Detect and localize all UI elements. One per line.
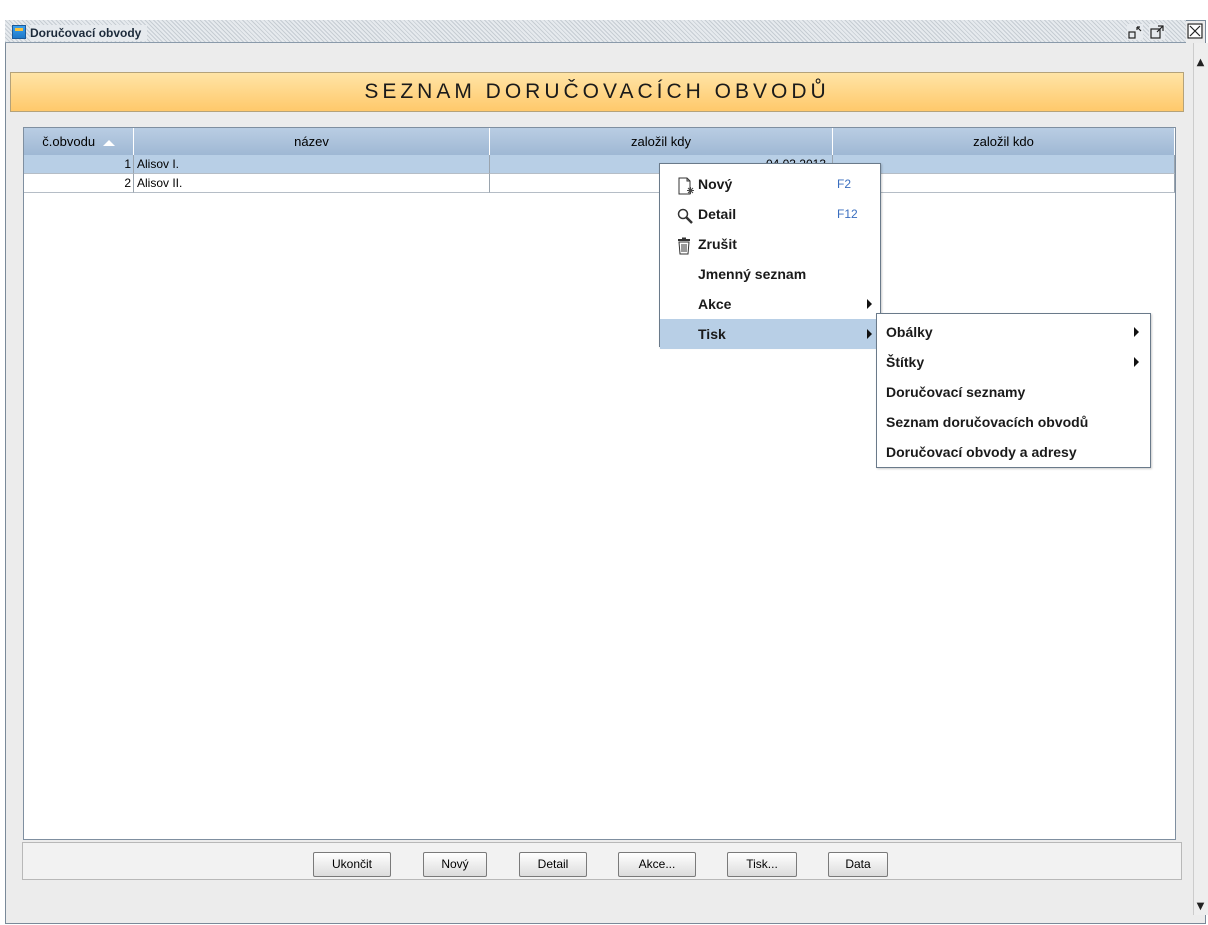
- column-header-created-by[interactable]: založil kdo: [833, 128, 1175, 155]
- menu-item-actions[interactable]: Akce: [660, 289, 880, 319]
- scroll-up-icon[interactable]: ▲: [1193, 55, 1208, 71]
- title-bar[interactable]: [5, 20, 1186, 43]
- data-button[interactable]: Data: [828, 852, 888, 877]
- maximize-icon[interactable]: [1149, 24, 1165, 40]
- submenu-item-districts-addresses[interactable]: Doručovací obvody a adresy: [877, 437, 1150, 467]
- column-header-label: založil kdy: [631, 134, 691, 149]
- context-menu: Nový F2 Detail F12 Zrušit Jmenný seznam …: [659, 163, 881, 349]
- minimize-icon[interactable]: [1127, 24, 1143, 40]
- cell-created-by: [833, 174, 1175, 193]
- submenu-item-envelopes[interactable]: Obálky: [877, 317, 1150, 347]
- cell-number: 1: [24, 155, 134, 174]
- new-button[interactable]: Nový: [423, 852, 487, 877]
- column-header-label: název: [294, 134, 329, 149]
- exit-button[interactable]: Ukončit: [313, 852, 391, 877]
- trash-icon: [676, 235, 694, 255]
- column-header-created-date[interactable]: založil kdy: [490, 128, 833, 155]
- column-header-name[interactable]: název: [134, 128, 490, 155]
- app-icon: [12, 25, 26, 39]
- table-panel: [23, 127, 1176, 840]
- menu-item-name-list[interactable]: Jmenný seznam: [660, 259, 880, 289]
- submenu-arrow-icon: [867, 329, 872, 339]
- submenu-arrow-icon: [1134, 357, 1139, 367]
- sort-ascending-icon: [102, 139, 115, 146]
- window-title: Doručovací obvody: [30, 25, 148, 41]
- vertical-scrollbar[interactable]: [1193, 43, 1208, 915]
- submenu-item-delivery-lists[interactable]: Doručovací seznamy: [877, 377, 1150, 407]
- new-document-icon: [676, 175, 694, 195]
- menu-item-delete[interactable]: Zrušit: [660, 229, 880, 259]
- submenu-item-district-list[interactable]: Seznam doručovacích obvodů: [877, 407, 1150, 437]
- menu-item-new[interactable]: Nový F2: [660, 169, 880, 199]
- cell-name: Alisov II.: [134, 174, 490, 193]
- table-row[interactable]: 1 Alisov I. 04.03.2013: [24, 155, 1175, 174]
- cell-name: Alisov I.: [134, 155, 490, 174]
- actions-button[interactable]: Akce...: [618, 852, 696, 877]
- cell-created-by: [833, 155, 1175, 174]
- submenu-arrow-icon: [1134, 327, 1139, 337]
- detail-button[interactable]: Detail: [519, 852, 587, 877]
- print-submenu: Obálky Štítky Doručovací seznamy Seznam …: [876, 313, 1151, 468]
- menu-item-print[interactable]: Tisk: [660, 319, 880, 349]
- column-header-number[interactable]: č.obvodu: [24, 128, 134, 155]
- close-icon[interactable]: [1187, 23, 1203, 39]
- submenu-arrow-icon: [867, 299, 872, 309]
- column-header-label: založil kdo: [973, 134, 1034, 149]
- desktop-strip: [0, 0, 1208, 20]
- menu-item-detail[interactable]: Detail F12: [660, 199, 880, 229]
- scroll-down-icon[interactable]: ▼: [1193, 899, 1208, 915]
- magnifier-icon: [676, 205, 694, 224]
- bottom-toolbar: [22, 842, 1182, 880]
- submenu-item-labels[interactable]: Štítky: [877, 347, 1150, 377]
- cell-number: 2: [24, 174, 134, 193]
- page-title-banner: SEZNAM DORUČOVACÍCH OBVODŮ: [10, 72, 1184, 112]
- table-row[interactable]: 2 Alisov II.: [24, 174, 1175, 193]
- print-button[interactable]: Tisk...: [727, 852, 797, 877]
- column-header-label: č.obvodu: [42, 134, 96, 149]
